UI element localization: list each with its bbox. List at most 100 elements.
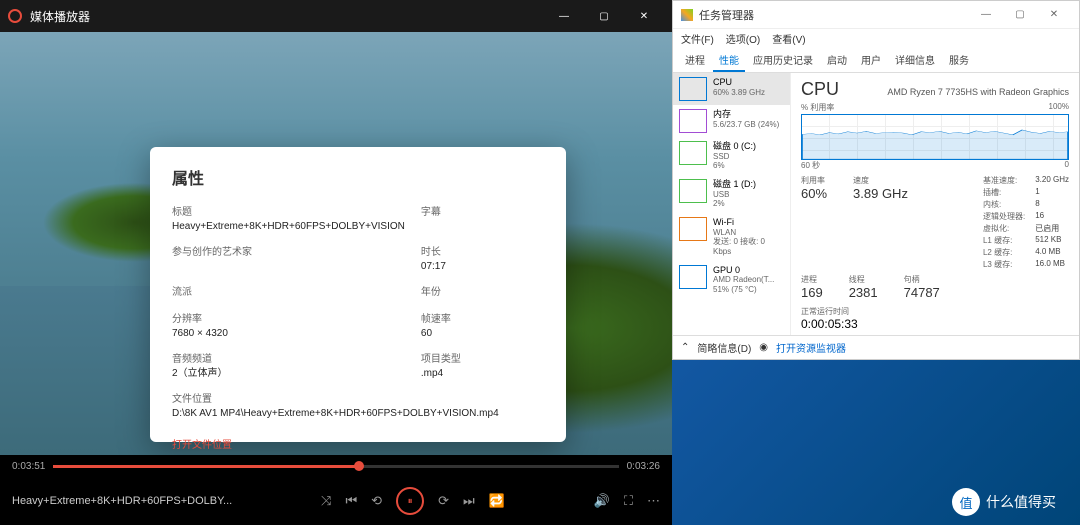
d1-thumb-icon	[679, 179, 707, 203]
util-value: 60%	[801, 186, 827, 201]
sidebar-item-d0[interactable]: 磁盘 0 (C:)SSD6%	[673, 137, 790, 175]
minimize-button[interactable]: —	[544, 11, 584, 22]
tm-footer: ⌃ 简略信息(D) ◉ 打开资源监视器	[673, 335, 1079, 359]
chevron-up-icon[interactable]: ⌃	[681, 342, 689, 353]
tm-app-icon	[681, 9, 693, 21]
cpu-heading: CPU	[801, 79, 839, 100]
volume-button[interactable]: 🔊	[594, 493, 610, 509]
tab-details[interactable]: 详细信息	[889, 49, 941, 72]
label-resolution: 分辨率	[172, 310, 405, 325]
menu-view[interactable]: 查看(V)	[772, 31, 805, 47]
resource-monitor-icon: ◉	[759, 342, 768, 353]
speed-label: 速度	[853, 175, 908, 186]
value-audio: 2（立体声）	[172, 367, 405, 380]
cpu-xright: 0	[1065, 160, 1069, 171]
sidebar-item-d1[interactable]: 磁盘 1 (D:)USB2%	[673, 175, 790, 213]
proc-value: 169	[801, 285, 823, 300]
more-button[interactable]: ⋯	[647, 493, 660, 509]
net-thumb-icon	[679, 217, 707, 241]
label-genre: 流派	[172, 283, 405, 298]
tm-close-button[interactable]: ✕	[1037, 9, 1071, 20]
uptime-value: 0:00:05:33	[801, 317, 858, 331]
uptime-label: 正常运行时间	[801, 307, 849, 316]
base-speed: 3.20 GHz	[1035, 175, 1069, 186]
cpu-panel: CPU AMD Ryzen 7 7735HS with Radeon Graphi…	[791, 73, 1079, 335]
value-type: .mp4	[421, 367, 544, 380]
tm-minimize-button[interactable]: —	[969, 9, 1003, 20]
gpu-thumb-icon	[679, 265, 707, 289]
tm-tabs: 进程 性能 应用历史记录 启动 用户 详细信息 服务	[673, 49, 1079, 73]
progress-row: 0:03:51 0:03:26	[0, 455, 672, 477]
shuffle-button[interactable]: ⤨	[321, 493, 331, 509]
hand-label: 句柄	[904, 274, 940, 285]
tm-menu-bar: 文件(F) 选项(O) 查看(V)	[673, 29, 1079, 49]
tab-startup[interactable]: 启动	[821, 49, 853, 72]
label-duration: 时长	[421, 243, 544, 258]
sidebar-item-cpu[interactable]: CPU60% 3.89 GHz	[673, 73, 790, 105]
fullscreen-button[interactable]: ⛶	[624, 493, 633, 509]
time-remaining: 0:03:26	[627, 461, 660, 472]
watermark: 值 什么值得买	[952, 487, 1072, 517]
value-location: D:\8K AV1 MP4\Heavy+Extreme+8K+HDR+60FPS…	[172, 407, 544, 420]
forward-button[interactable]: ⟳	[438, 493, 449, 509]
less-details-button[interactable]: 简略信息(D)	[697, 340, 751, 355]
tm-titlebar[interactable]: 任务管理器 — ▢ ✕	[673, 1, 1079, 29]
now-playing-title: Heavy+Extreme+8K+HDR+60FPS+DOLBY...	[12, 495, 232, 507]
cpu-ymax: 100%	[1049, 102, 1069, 113]
mp-window-title: 媒体播放器	[30, 8, 90, 25]
tm-window-title: 任务管理器	[699, 7, 969, 23]
open-resource-monitor-link[interactable]: 打开资源监视器	[776, 340, 846, 355]
maximize-button[interactable]: ▢	[584, 11, 624, 22]
cpu-model: AMD Ryzen 7 7735HS with Radeon Graphics	[887, 87, 1069, 97]
speed-value: 3.89 GHz	[853, 186, 908, 201]
cpu-xleft: 60 秒	[801, 160, 820, 171]
cpu-graph	[801, 114, 1069, 160]
menu-options[interactable]: 选项(O)	[726, 31, 760, 47]
label-subtitle: 字幕	[421, 203, 544, 218]
tm-sidebar: CPU60% 3.89 GHz内存5.6/23.7 GB (24%)磁盘 0 (…	[673, 73, 791, 335]
cpu-ylabel: % 利用率	[801, 102, 834, 113]
d0-thumb-icon	[679, 141, 707, 165]
media-player-window: 媒体播放器 — ▢ ✕ 属性 标题 Heavy+Extreme+8K+HDR+60…	[0, 0, 672, 525]
tab-performance[interactable]: 性能	[713, 49, 745, 72]
label-artist: 参与创作的艺术家	[172, 243, 405, 258]
close-window-button[interactable]: ✕	[624, 11, 664, 22]
prev-button[interactable]: ⏮	[345, 493, 357, 509]
value-resolution: 7680 × 4320	[172, 327, 405, 340]
open-file-location-link[interactable]: 打开文件位置	[172, 436, 544, 451]
thr-value: 2381	[849, 285, 878, 300]
mp-titlebar[interactable]: 媒体播放器 — ▢ ✕	[0, 0, 672, 32]
play-pause-button[interactable]: ⏸	[396, 487, 424, 515]
rewind-button[interactable]: ⟲	[371, 493, 382, 509]
props-header: 属性	[172, 165, 544, 189]
sidebar-item-net[interactable]: Wi-FiWLAN发送: 0 接收: 0 Kbps	[673, 213, 790, 261]
sidebar-item-mem[interactable]: 内存5.6/23.7 GB (24%)	[673, 105, 790, 137]
video-area[interactable]: 属性 标题 Heavy+Extreme+8K+HDR+60FPS+DOLBY+VI…	[0, 32, 672, 455]
hand-value: 74787	[904, 285, 940, 300]
watermark-badge: 值	[952, 488, 980, 516]
thr-label: 线程	[849, 274, 878, 285]
cpu-thumb-icon	[679, 77, 707, 101]
repeat-button[interactable]: 🔁	[489, 493, 505, 509]
value-title: Heavy+Extreme+8K+HDR+60FPS+DOLBY+VISION	[172, 220, 405, 233]
label-title: 标题	[172, 203, 405, 218]
tab-apphistory[interactable]: 应用历史记录	[747, 49, 819, 72]
next-button[interactable]: ⏭	[463, 493, 475, 509]
control-bar: Heavy+Extreme+8K+HDR+60FPS+DOLBY... ⤨ ⏮ …	[0, 477, 672, 525]
tab-processes[interactable]: 进程	[679, 49, 711, 72]
watermark-text: 什么值得买	[986, 492, 1056, 512]
label-audio: 音频频道	[172, 350, 405, 365]
label-year: 年份	[421, 283, 544, 298]
seek-bar[interactable]	[53, 465, 618, 468]
label-type: 项目类型	[421, 350, 544, 365]
tab-users[interactable]: 用户	[855, 49, 887, 72]
label-fps: 帧速率	[421, 310, 544, 325]
sidebar-item-gpu[interactable]: GPU 0AMD Radeon(T...51% (75 °C)	[673, 261, 790, 299]
value-fps: 60	[421, 327, 544, 340]
value-duration: 07:17	[421, 260, 544, 273]
time-elapsed: 0:03:51	[12, 461, 45, 472]
menu-file[interactable]: 文件(F)	[681, 31, 714, 47]
properties-dialog: 属性 标题 Heavy+Extreme+8K+HDR+60FPS+DOLBY+VI…	[150, 147, 566, 442]
tab-services[interactable]: 服务	[943, 49, 975, 72]
tm-maximize-button[interactable]: ▢	[1003, 9, 1037, 20]
